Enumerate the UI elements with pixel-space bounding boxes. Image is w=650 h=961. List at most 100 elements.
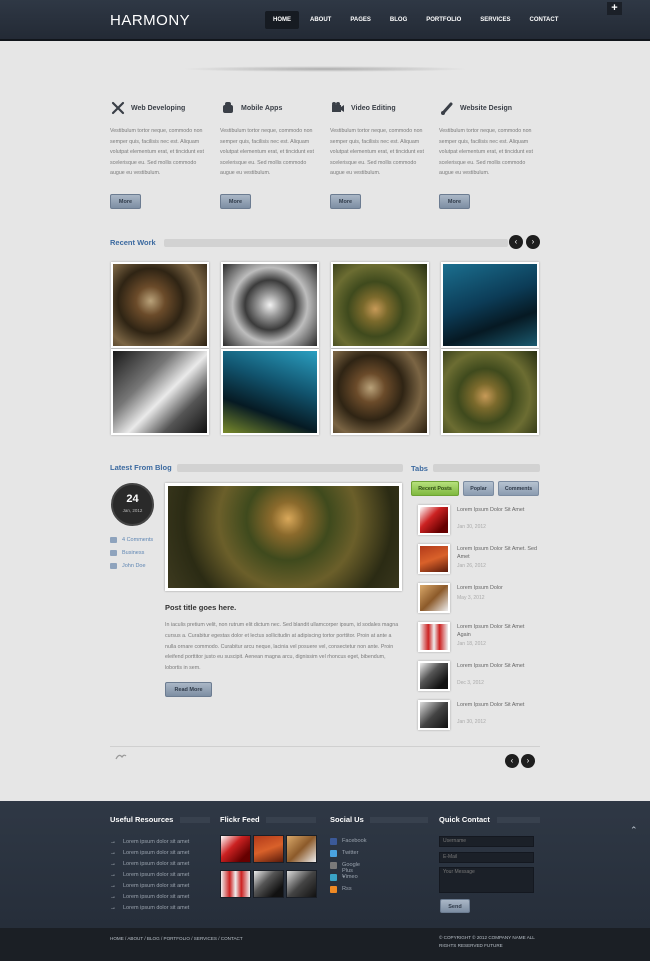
date-month: Jan, 2012 bbox=[122, 508, 143, 513]
tab-recent-posts[interactable]: Recent Posts bbox=[411, 481, 459, 496]
tools-icon bbox=[110, 101, 125, 116]
flickr-thumb[interactable] bbox=[253, 835, 284, 863]
brush-icon bbox=[439, 101, 454, 116]
camera-icon bbox=[330, 101, 345, 116]
tab-post-item[interactable]: Lorem Ipsum Dolor May 3, 2012 bbox=[418, 583, 540, 613]
nav-pages[interactable]: PAGES bbox=[342, 11, 379, 29]
main-nav: HOME ABOUT PAGES BLOG PORTFOLIO SERVICES… bbox=[265, 11, 569, 29]
portfolio-item[interactable] bbox=[221, 262, 319, 348]
post-title[interactable]: Post title goes here. bbox=[165, 603, 236, 612]
social-google-plus[interactable]: Google Plus + bbox=[330, 859, 360, 880]
post-excerpt: In iaculis pretium velit, non rutrum eli… bbox=[165, 622, 399, 672]
social-facebook[interactable]: Facebook bbox=[330, 835, 367, 847]
tab-post-date: Jan 18, 2012 bbox=[457, 641, 486, 647]
resource-link[interactable]: → Lorem ipsum dolor sit amet bbox=[110, 902, 189, 913]
recent-work-title: Recent Work bbox=[110, 238, 156, 247]
social-rss[interactable]: Rss bbox=[330, 883, 354, 895]
service-website-design: Website Design Vestibulum tortor neque, … bbox=[439, 100, 539, 209]
bird-logo-icon bbox=[115, 753, 127, 761]
tab-post-item[interactable]: Lorem Ipsum Dolor Sit Amet Dec 3, 2012 bbox=[418, 661, 540, 691]
section-bar bbox=[177, 464, 403, 472]
nav-home[interactable]: HOME bbox=[265, 11, 299, 29]
resource-link[interactable]: → Lorem ipsum dolor sit amet bbox=[110, 858, 189, 869]
portfolio-item[interactable] bbox=[221, 349, 319, 435]
portfolio-item[interactable] bbox=[331, 349, 429, 435]
resource-link[interactable]: → Lorem ipsum dolor sit amet bbox=[110, 836, 189, 847]
more-button[interactable]: More bbox=[220, 194, 251, 209]
more-button[interactable]: More bbox=[439, 194, 470, 209]
section-bar bbox=[164, 239, 508, 247]
quick-contact-title: Quick Contact bbox=[439, 815, 490, 824]
arrow-right-icon: → bbox=[110, 904, 116, 911]
send-button[interactable]: Send bbox=[440, 899, 470, 913]
nav-services[interactable]: SERVICES bbox=[472, 11, 518, 29]
tab-post-item[interactable]: Lorem Ipsum Dolor Sit Amet. Sed Amet Jan… bbox=[418, 544, 540, 574]
username-input[interactable]: Username bbox=[439, 836, 534, 847]
facebook-icon bbox=[330, 837, 337, 845]
category-link[interactable]: Business bbox=[110, 550, 144, 556]
post-thumbnail bbox=[418, 700, 450, 730]
resource-link[interactable]: → Lorem ipsum dolor sit amet bbox=[110, 869, 189, 880]
more-button[interactable]: More bbox=[110, 194, 141, 209]
portfolio-item[interactable] bbox=[111, 349, 209, 435]
tab-post-item[interactable]: Lorem Ipsum Dolor Sit Amet Again Jan 18,… bbox=[418, 622, 540, 652]
nav-blog[interactable]: BLOG bbox=[382, 11, 415, 29]
nav-portfolio[interactable]: PORTFOLIO bbox=[418, 11, 469, 29]
rss-icon bbox=[330, 885, 337, 893]
portfolio-item[interactable] bbox=[331, 262, 429, 348]
prev-arrow-icon[interactable]: ‹ bbox=[509, 235, 523, 249]
portfolio-item[interactable] bbox=[441, 262, 539, 348]
footer-bar bbox=[370, 817, 428, 823]
tab-post-date: Dec 3, 2012 bbox=[457, 680, 484, 686]
tab-post-date: Jan 26, 2012 bbox=[457, 563, 486, 569]
post-thumbnail bbox=[418, 505, 450, 535]
tab-post-title: Lorem Ipsum Dolor Sit Amet bbox=[457, 507, 525, 513]
next-arrow-icon[interactable]: › bbox=[521, 754, 535, 768]
read-more-button[interactable]: Read More bbox=[165, 682, 212, 697]
tabs-title: Tabs bbox=[411, 464, 428, 473]
prev-arrow-icon[interactable]: ‹ bbox=[505, 754, 519, 768]
flickr-thumb[interactable] bbox=[220, 870, 251, 898]
service-text: Vestibulum tortor neque, commodo non sem… bbox=[330, 128, 424, 177]
post-thumbnail bbox=[418, 661, 450, 691]
post-thumbnail bbox=[418, 544, 450, 574]
arrow-right-icon: → bbox=[110, 838, 116, 845]
resource-link[interactable]: → Lorem ipsum dolor sit amet bbox=[110, 847, 189, 858]
nav-about[interactable]: ABOUT bbox=[302, 11, 339, 29]
tab-post-item[interactable]: Lorem Ipsum Dolor Sit Amet Jan 30, 2012 bbox=[418, 505, 540, 535]
tab-popular[interactable]: Poplar bbox=[463, 481, 494, 496]
portfolio-item[interactable] bbox=[111, 262, 209, 348]
more-button[interactable]: More bbox=[330, 194, 361, 209]
service-text: Vestibulum tortor neque, commodo non sem… bbox=[439, 128, 533, 177]
message-textarea[interactable]: Your Message bbox=[439, 867, 534, 893]
sub-footer bbox=[0, 928, 650, 961]
site-logo[interactable]: HARMONY bbox=[110, 12, 190, 29]
social-twitter[interactable]: Twitter bbox=[330, 847, 358, 859]
folder-icon bbox=[110, 550, 117, 556]
divider-shadow bbox=[180, 66, 470, 72]
resource-link[interactable]: → Lorem ipsum dolor sit amet bbox=[110, 880, 189, 891]
tab-comments[interactable]: Comments bbox=[498, 481, 539, 496]
twitter-icon bbox=[330, 849, 337, 857]
arrow-right-icon: → bbox=[110, 860, 116, 867]
footer-bar bbox=[497, 817, 540, 823]
footer-nav[interactable]: HOME / ABOUT / BLOG / PORTFOLIO / SERVIC… bbox=[110, 936, 243, 941]
flickr-thumb[interactable] bbox=[286, 870, 317, 898]
resource-link[interactable]: → Lorem ipsum dolor sit amet bbox=[110, 891, 189, 902]
flickr-thumb[interactable] bbox=[253, 870, 284, 898]
next-arrow-icon[interactable]: › bbox=[526, 235, 540, 249]
footer-bar bbox=[266, 817, 316, 823]
scroll-top-icon[interactable]: ⌃ bbox=[630, 825, 638, 836]
service-mobile-apps: Mobile Apps Vestibulum tortor neque, com… bbox=[220, 100, 320, 209]
plus-icon[interactable]: + bbox=[607, 2, 622, 15]
section-bar bbox=[433, 464, 540, 472]
blog-image[interactable] bbox=[165, 483, 402, 591]
portfolio-item[interactable] bbox=[441, 349, 539, 435]
nav-contact[interactable]: CONTACT bbox=[521, 11, 566, 29]
flickr-thumb[interactable] bbox=[220, 835, 251, 863]
comments-link[interactable]: 4 Comments bbox=[110, 537, 153, 543]
author-link[interactable]: John Doe bbox=[110, 563, 146, 569]
flickr-thumb[interactable] bbox=[286, 835, 317, 863]
email-input[interactable]: E-Mail bbox=[439, 852, 534, 863]
tab-post-item[interactable]: Lorem Ipsum Dolor Sit Amet Jan 30, 2012 bbox=[418, 700, 540, 730]
